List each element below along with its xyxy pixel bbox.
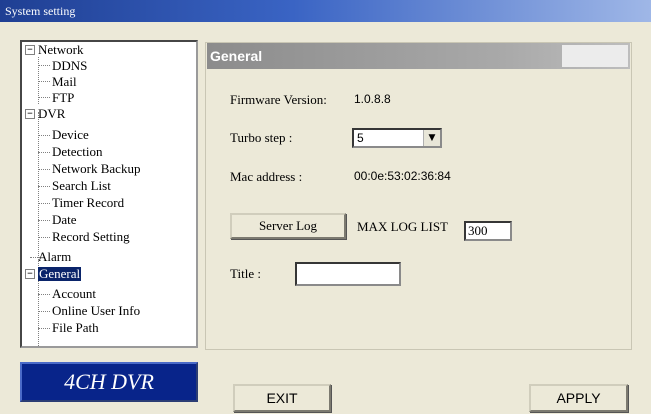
tree-item-search-list[interactable]: Search List [52,179,111,193]
tree-item-file-path[interactable]: File Path [52,321,99,335]
tree-item-network-backup[interactable]: Network Backup [52,162,140,176]
tree-item-account[interactable]: Account [52,287,96,301]
tree-item-ddns[interactable]: DDNS [52,59,87,73]
tree-item-general[interactable]: General [38,267,82,281]
general-panel [205,42,632,350]
panel-header: General [207,43,630,69]
settings-tree[interactable]: − Network DDNS Mail FTP − DVR Device Det… [20,40,198,348]
expand-dvr-icon[interactable]: − [25,109,35,119]
header-box [562,45,628,67]
tree-item-timer-record[interactable]: Timer Record [52,196,124,210]
tree-item-online-user-info[interactable]: Online User Info [52,304,140,318]
tree-item-mail[interactable]: Mail [52,75,77,89]
system-setting-window: System setting − Network DDNS Mail FTP −… [0,0,651,414]
firmware-label: Firmware Version: [230,92,327,107]
tree-item-dvr[interactable]: DVR [38,107,65,121]
tree-item-ftp[interactable]: FTP [52,91,74,105]
tree-item-device[interactable]: Device [52,128,89,142]
firmware-value: 1.0.8.8 [354,92,391,106]
brand-logo: 4CH DVR [20,362,198,402]
max-log-list-input[interactable]: 300 [464,221,512,241]
max-log-list-label: MAX LOG LIST [357,219,448,234]
turbo-step-value: 5 [357,131,364,145]
apply-button[interactable]: APPLY [529,384,628,412]
tree-item-network[interactable]: Network [38,43,84,57]
panel-title: General [210,48,263,64]
title-input[interactable] [295,262,401,286]
title-label: Title : [230,266,261,281]
turbo-step-select[interactable]: 5 ▼ [352,128,442,148]
tree-item-detection[interactable]: Detection [52,145,103,159]
chevron-down-icon[interactable]: ▼ [423,130,440,146]
tree-item-date[interactable]: Date [52,213,77,227]
turbo-step-label: Turbo step : [230,130,293,145]
server-log-button[interactable]: Server Log [230,213,346,239]
mac-address-value: 00:0e:53:02:36:84 [354,169,451,183]
tree-item-record-setting[interactable]: Record Setting [52,230,130,244]
window-title: System setting [0,0,651,22]
tree-item-alarm[interactable]: Alarm [38,250,71,264]
expand-general-icon[interactable]: − [25,269,35,279]
expand-network-icon[interactable]: − [25,45,35,55]
exit-button[interactable]: EXIT [233,384,331,412]
mac-address-label: Mac address : [230,169,303,184]
